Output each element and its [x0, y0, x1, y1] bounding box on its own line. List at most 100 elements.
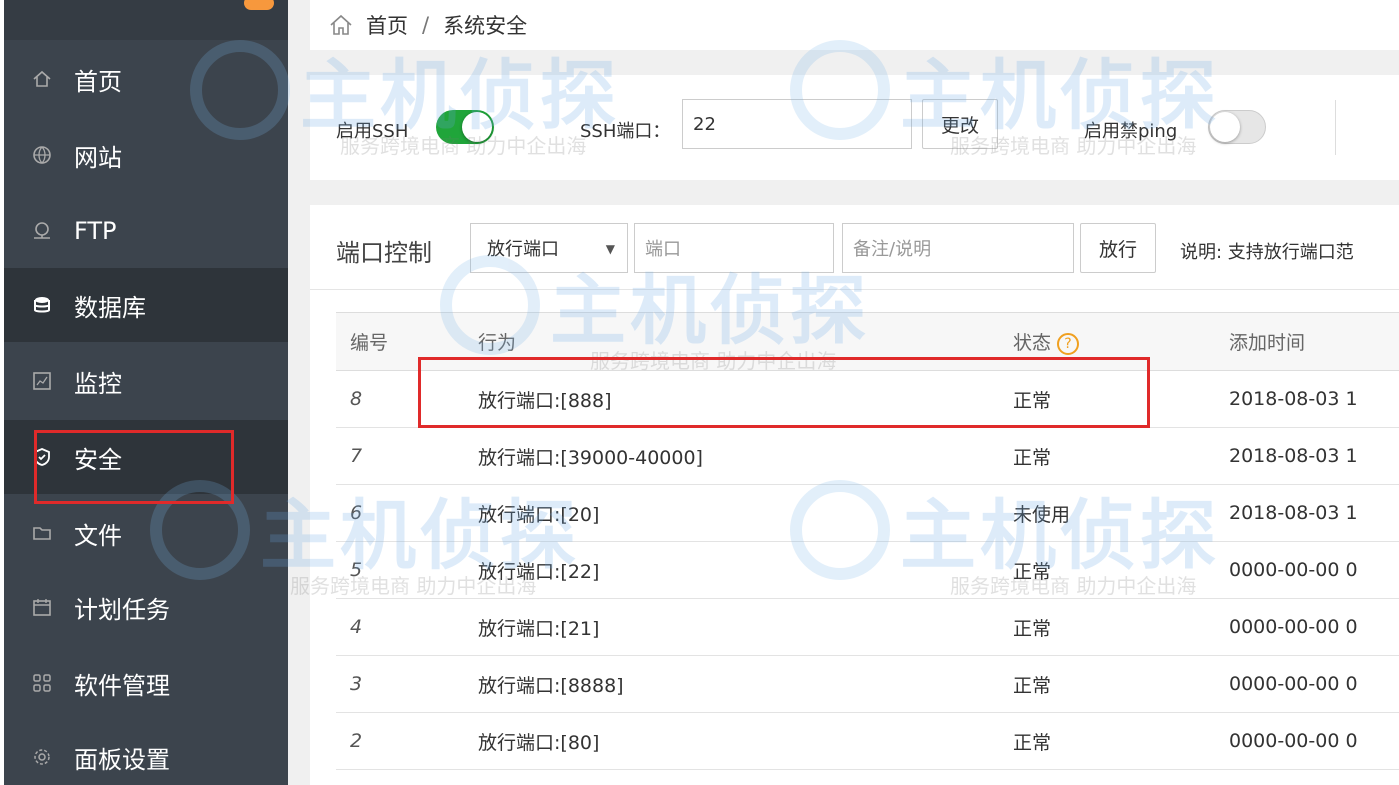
cell-status: 正常: [1013, 427, 1229, 485]
sidebar-item-home[interactable]: 首页: [4, 42, 288, 116]
action-select[interactable]: 放行端口 ▼: [470, 223, 628, 273]
header-action: 行为: [478, 312, 1013, 371]
table-row: 5 放行端口:[22] 正常 0000-00-00 0: [336, 541, 1399, 599]
action-select-value: 放行端口: [487, 239, 559, 260]
cell-added: 0000-00-00 0: [1229, 712, 1399, 770]
sidebar-item-label: 文件: [74, 521, 122, 550]
home-outline-icon[interactable]: [328, 12, 354, 38]
sidebar-item-settings[interactable]: 面板设置: [4, 720, 288, 785]
sidebar-item-website[interactable]: 网站: [4, 118, 288, 192]
sidebar-item-cron[interactable]: 计划任务: [4, 570, 288, 644]
cell-added: 2018-08-03 1: [1229, 484, 1399, 542]
breadcrumb: 首页 / 系统安全: [310, 0, 1399, 50]
cell-added: 2018-08-03 1: [1229, 370, 1399, 428]
header-id: 编号: [336, 312, 478, 371]
cell-status: 正常: [1013, 541, 1229, 599]
chevron-down-icon: ▼: [605, 242, 615, 256]
ssh-enable-label: 启用SSH: [336, 121, 409, 142]
toggle-knob: [462, 112, 492, 142]
gear-icon: [32, 747, 52, 767]
breadcrumb-separator: /: [422, 13, 430, 37]
cell-action: 放行端口:[888]: [478, 370, 1013, 428]
cell-status: 未使用: [1013, 484, 1229, 542]
shield-icon: [32, 447, 52, 467]
sidebar-item-label: 安全: [74, 445, 122, 474]
notification-badge[interactable]: [244, 0, 274, 10]
table-header-row: 编号 行为 状态? 添加时间: [336, 312, 1399, 371]
cell-status: 正常: [1013, 598, 1229, 656]
cell-action: 放行端口:[8888]: [478, 655, 1013, 713]
header-added: 添加时间: [1229, 312, 1399, 371]
cell-action: 放行端口:[22]: [478, 541, 1013, 599]
cell-added: 2018-08-03 1: [1229, 427, 1399, 485]
ssh-settings-panel: 启用SSH SSH端口： 22 更改 启用禁ping: [310, 75, 1399, 180]
apps-grid-icon: [32, 673, 52, 693]
cell-id: 2: [336, 712, 478, 770]
cell-action: 放行端口:[21]: [478, 598, 1013, 656]
cell-id: 6: [336, 484, 478, 542]
main-content: 首页 / 系统安全 启用SSH SSH端口： 22 更改 启用禁ping 端口控…: [292, 0, 1399, 785]
sidebar-item-files[interactable]: 文件: [4, 496, 288, 570]
sidebar-item-label: 计划任务: [74, 595, 170, 624]
table-row: 6 放行端口:[20] 未使用 2018-08-03 1: [336, 484, 1399, 542]
monitor-icon: [32, 371, 52, 391]
port-range-note: 说明: 支持放行端口范: [1180, 242, 1354, 263]
port-control-title: 端口控制: [336, 239, 432, 267]
port-rules-table: 编号 行为 状态? 添加时间 8 放行端口:[888] 正常 2018-08-0…: [336, 312, 1399, 770]
database-icon: [32, 295, 52, 315]
toggle-knob: [1210, 112, 1240, 142]
table-row: 3 放行端口:[8888] 正常 0000-00-00 0: [336, 655, 1399, 713]
cell-added: 0000-00-00 0: [1229, 655, 1399, 713]
table-row: 2 放行端口:[80] 正常 0000-00-00 0: [336, 712, 1399, 770]
port-input[interactable]: 端口: [634, 223, 834, 273]
ssh-port-input[interactable]: 22: [682, 99, 912, 149]
sidebar-item-label: 监控: [74, 369, 122, 398]
cell-added: 0000-00-00 0: [1229, 598, 1399, 656]
folder-icon: [32, 523, 52, 543]
sidebar-item-label: 网站: [74, 143, 122, 172]
sidebar-item-label: 软件管理: [74, 671, 170, 700]
sidebar-item-label: 首页: [74, 67, 122, 96]
table-row: 4 放行端口:[21] 正常 0000-00-00 0: [336, 598, 1399, 656]
cell-id: 8: [336, 370, 478, 428]
header-status: 状态?: [1013, 312, 1229, 371]
ping-label: 启用禁ping: [1084, 121, 1178, 142]
sidebar-item-database[interactable]: 数据库: [4, 268, 288, 342]
sidebar-item-ftp[interactable]: FTP: [4, 194, 288, 268]
divider: [310, 289, 1399, 290]
divider: [1335, 100, 1336, 155]
ssh-toggle[interactable]: [436, 110, 494, 144]
sidebar: 首页 网站 FTP 数据库 监控 安全 文件 计划任务 软件管理 面板设置: [0, 0, 288, 785]
sidebar-item-label: FTP: [74, 217, 117, 245]
ssh-port-label: SSH端口：: [580, 121, 671, 142]
breadcrumb-home[interactable]: 首页: [366, 10, 408, 40]
header-status-label: 状态: [1013, 332, 1052, 354]
home-icon: [32, 69, 52, 89]
sidebar-item-monitor[interactable]: 监控: [4, 344, 288, 418]
cell-action: 放行端口:[20]: [478, 484, 1013, 542]
cell-action: 放行端口:[39000-40000]: [478, 427, 1013, 485]
sidebar-header: [4, 0, 288, 40]
cell-id: 3: [336, 655, 478, 713]
table-row: 8 放行端口:[888] 正常 2018-08-03 1: [336, 370, 1399, 428]
cell-status: 正常: [1013, 370, 1229, 428]
cell-id: 4: [336, 598, 478, 656]
sidebar-item-security[interactable]: 安全: [4, 420, 288, 494]
table-row: 7 放行端口:[39000-40000] 正常 2018-08-03 1: [336, 427, 1399, 485]
sidebar-item-label: 面板设置: [74, 745, 170, 774]
sidebar-item-label: 数据库: [74, 293, 146, 322]
cell-added: 0000-00-00 0: [1229, 541, 1399, 599]
cell-id: 7: [336, 427, 478, 485]
ping-toggle[interactable]: [1208, 110, 1266, 144]
breadcrumb-current: 系统安全: [443, 14, 528, 38]
note-input[interactable]: 备注/说明: [842, 223, 1074, 273]
sidebar-item-software[interactable]: 软件管理: [4, 646, 288, 720]
cell-status: 正常: [1013, 712, 1229, 770]
port-control-panel: 端口控制 放行端口 ▼ 端口 备注/说明 放行 说明: 支持放行端口范 编号 行…: [310, 205, 1399, 785]
change-port-button[interactable]: 更改: [922, 99, 998, 149]
cell-id: 5: [336, 541, 478, 599]
help-icon[interactable]: ?: [1057, 332, 1080, 355]
allow-port-button[interactable]: 放行: [1080, 223, 1156, 273]
ftp-icon: [32, 221, 52, 241]
cell-status: 正常: [1013, 655, 1229, 713]
